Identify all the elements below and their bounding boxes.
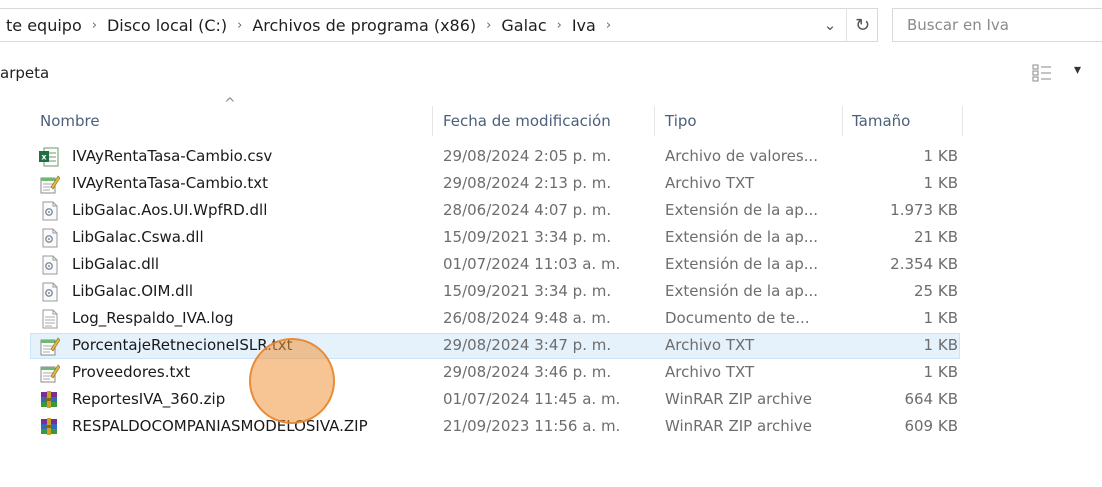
file-date: 28/06/2024 4:07 p. m. <box>443 201 612 219</box>
view-dropdown-icon[interactable]: ▾ <box>1074 62 1081 78</box>
command-bar: arpeta ▾ <box>0 52 1102 96</box>
file-size: 1 KB <box>923 147 958 165</box>
file-date: 21/09/2023 11:56 a. m. <box>443 417 621 435</box>
file-list: x IVAyRentaTasa-Cambio.csv 29/08/2024 2:05… <box>0 143 1102 440</box>
file-name: RESPALDOCOMPANIASMODELOSIVA.ZIP <box>72 417 368 435</box>
file-size: 609 KB <box>904 417 958 435</box>
column-header-row: ^ Nombre Fecha de modificación Tipo Tama… <box>0 96 1102 146</box>
view-options-icon[interactable] <box>1032 64 1052 82</box>
file-date: 15/09/2021 3:34 p. m. <box>443 282 612 300</box>
dll-icon <box>42 201 58 221</box>
breadcrumb-item[interactable]: Iva <box>566 16 602 35</box>
winrar-icon <box>41 418 57 435</box>
file-name: LibGalac.dll <box>72 255 160 273</box>
file-type: Extensión de la ap... <box>665 228 819 246</box>
breadcrumb-chevron-icon[interactable]: › <box>88 18 101 33</box>
column-divider[interactable] <box>654 106 655 136</box>
table-row[interactable]: LibGalac.dll 01/07/2024 11:03 a. m. Extens… <box>0 251 1102 278</box>
file-type: Archivo TXT <box>665 336 755 354</box>
notepad-icon <box>40 337 60 356</box>
table-row[interactable]: RESPALDOCOMPANIASMODELOSIVA.ZIP 21/09/202… <box>0 413 1102 440</box>
search-input[interactable]: Buscar en Iva <box>892 8 1102 42</box>
file-date: 29/08/2024 2:05 p. m. <box>443 147 612 165</box>
dll-icon <box>42 282 58 302</box>
address-bar-row: te equipo › Disco local (C:) › Archivos de p… <box>0 0 1102 50</box>
breadcrumb-chevron-icon[interactable]: › <box>602 18 615 33</box>
file-name: IVAyRentaTasa-Cambio.txt <box>72 174 268 192</box>
search-placeholder: Buscar en Iva <box>907 16 1009 34</box>
table-row[interactable]: LibGalac.Aos.UI.WpfRD.dll 28/06/2024 4:07… <box>0 197 1102 224</box>
column-header-name[interactable]: Nombre <box>40 112 100 130</box>
new-folder-button[interactable]: arpeta <box>0 64 49 82</box>
file-type: Archivo TXT <box>665 174 755 192</box>
refresh-icon[interactable]: ↻ <box>846 8 878 42</box>
file-name: Log_Respaldo_IVA.log <box>72 309 234 327</box>
file-size: 2.354 KB <box>890 255 958 273</box>
table-row[interactable]: ReportesIVA_360.zip 01/07/2024 11:45 a. m… <box>0 386 1102 413</box>
file-size: 21 KB <box>914 228 958 246</box>
breadcrumb-item[interactable]: te equipo <box>0 16 88 35</box>
notepad-icon <box>40 364 60 383</box>
file-name: ReportesIVA_360.zip <box>72 390 226 408</box>
dll-icon <box>42 228 58 248</box>
column-header-type[interactable]: Tipo <box>665 112 697 130</box>
table-row[interactable]: PorcentajeRetnecioneISLR.txt 29/08/2024 3… <box>0 332 1102 359</box>
file-name: LibGalac.OIM.dll <box>72 282 194 300</box>
file-size: 664 KB <box>904 390 958 408</box>
file-date: 15/09/2021 3:34 p. m. <box>443 228 612 246</box>
breadcrumb-item[interactable]: Archivos de programa (x86) <box>246 16 482 35</box>
file-size: 25 KB <box>914 282 958 300</box>
breadcrumb-chevron-icon[interactable]: › <box>482 18 495 33</box>
dll-icon <box>42 255 58 275</box>
svg-text:x: x <box>41 153 47 162</box>
file-date: 29/08/2024 3:46 p. m. <box>443 363 612 381</box>
file-size: 1 KB <box>923 309 958 327</box>
file-date: 29/08/2024 2:13 p. m. <box>443 174 612 192</box>
column-divider[interactable] <box>962 106 963 136</box>
table-row[interactable]: IVAyRentaTasa-Cambio.txt 29/08/2024 2:13 … <box>0 170 1102 197</box>
column-divider[interactable] <box>432 106 433 136</box>
text-document-icon <box>42 309 58 329</box>
file-name: IVAyRentaTasa-Cambio.csv <box>72 147 273 165</box>
file-type: Documento de te... <box>665 309 810 327</box>
file-name: Proveedores.txt <box>72 363 191 381</box>
file-size: 1 KB <box>923 336 958 354</box>
column-header-size[interactable]: Tamaño <box>852 112 910 130</box>
click-highlight <box>249 338 335 424</box>
breadcrumb-item[interactable]: Galac <box>495 16 552 35</box>
sort-ascending-icon: ^ <box>224 96 236 112</box>
notepad-icon <box>40 175 60 194</box>
table-row[interactable]: x IVAyRentaTasa-Cambio.csv 29/08/2024 2:05… <box>0 143 1102 170</box>
column-divider[interactable] <box>842 106 843 136</box>
file-type: Extensión de la ap... <box>665 201 819 219</box>
table-row[interactable]: Log_Respaldo_IVA.log 26/08/2024 9:48 a. m… <box>0 305 1102 332</box>
breadcrumb-chevron-icon[interactable]: › <box>233 18 246 33</box>
file-name: LibGalac.Aos.UI.WpfRD.dll <box>72 201 268 219</box>
winrar-icon <box>41 391 57 408</box>
breadcrumb-item[interactable]: Disco local (C:) <box>101 16 233 35</box>
table-row[interactable]: LibGalac.Cswa.dll 15/09/2021 3:34 p. m. Ex… <box>0 224 1102 251</box>
address-history-chevron-icon[interactable]: ⌄ <box>816 8 844 42</box>
breadcrumb-chevron-icon[interactable]: › <box>553 18 566 33</box>
excel-csv-icon: x <box>39 147 59 167</box>
table-row[interactable]: Proveedores.txt 29/08/2024 3:46 p. m. Arch… <box>0 359 1102 386</box>
file-type: Archivo TXT <box>665 363 755 381</box>
file-type: Extensión de la ap... <box>665 255 819 273</box>
column-header-date[interactable]: Fecha de modificación <box>443 112 611 130</box>
file-type: Archivo de valores... <box>665 147 818 165</box>
file-size: 1.973 KB <box>890 201 958 219</box>
file-type: WinRAR ZIP archive <box>665 417 813 435</box>
file-size: 1 KB <box>923 174 958 192</box>
file-date: 01/07/2024 11:45 a. m. <box>443 390 621 408</box>
file-date: 26/08/2024 9:48 a. m. <box>443 309 611 327</box>
file-name: LibGalac.Cswa.dll <box>72 228 204 246</box>
file-type: WinRAR ZIP archive <box>665 390 813 408</box>
file-date: 01/07/2024 11:03 a. m. <box>443 255 621 273</box>
file-size: 1 KB <box>923 363 958 381</box>
file-date: 29/08/2024 3:47 p. m. <box>443 336 612 354</box>
file-type: Extensión de la ap... <box>665 282 819 300</box>
table-row[interactable]: LibGalac.OIM.dll 15/09/2021 3:34 p. m. Ext… <box>0 278 1102 305</box>
address-bar[interactable]: te equipo › Disco local (C:) › Archivos de p… <box>0 8 878 42</box>
